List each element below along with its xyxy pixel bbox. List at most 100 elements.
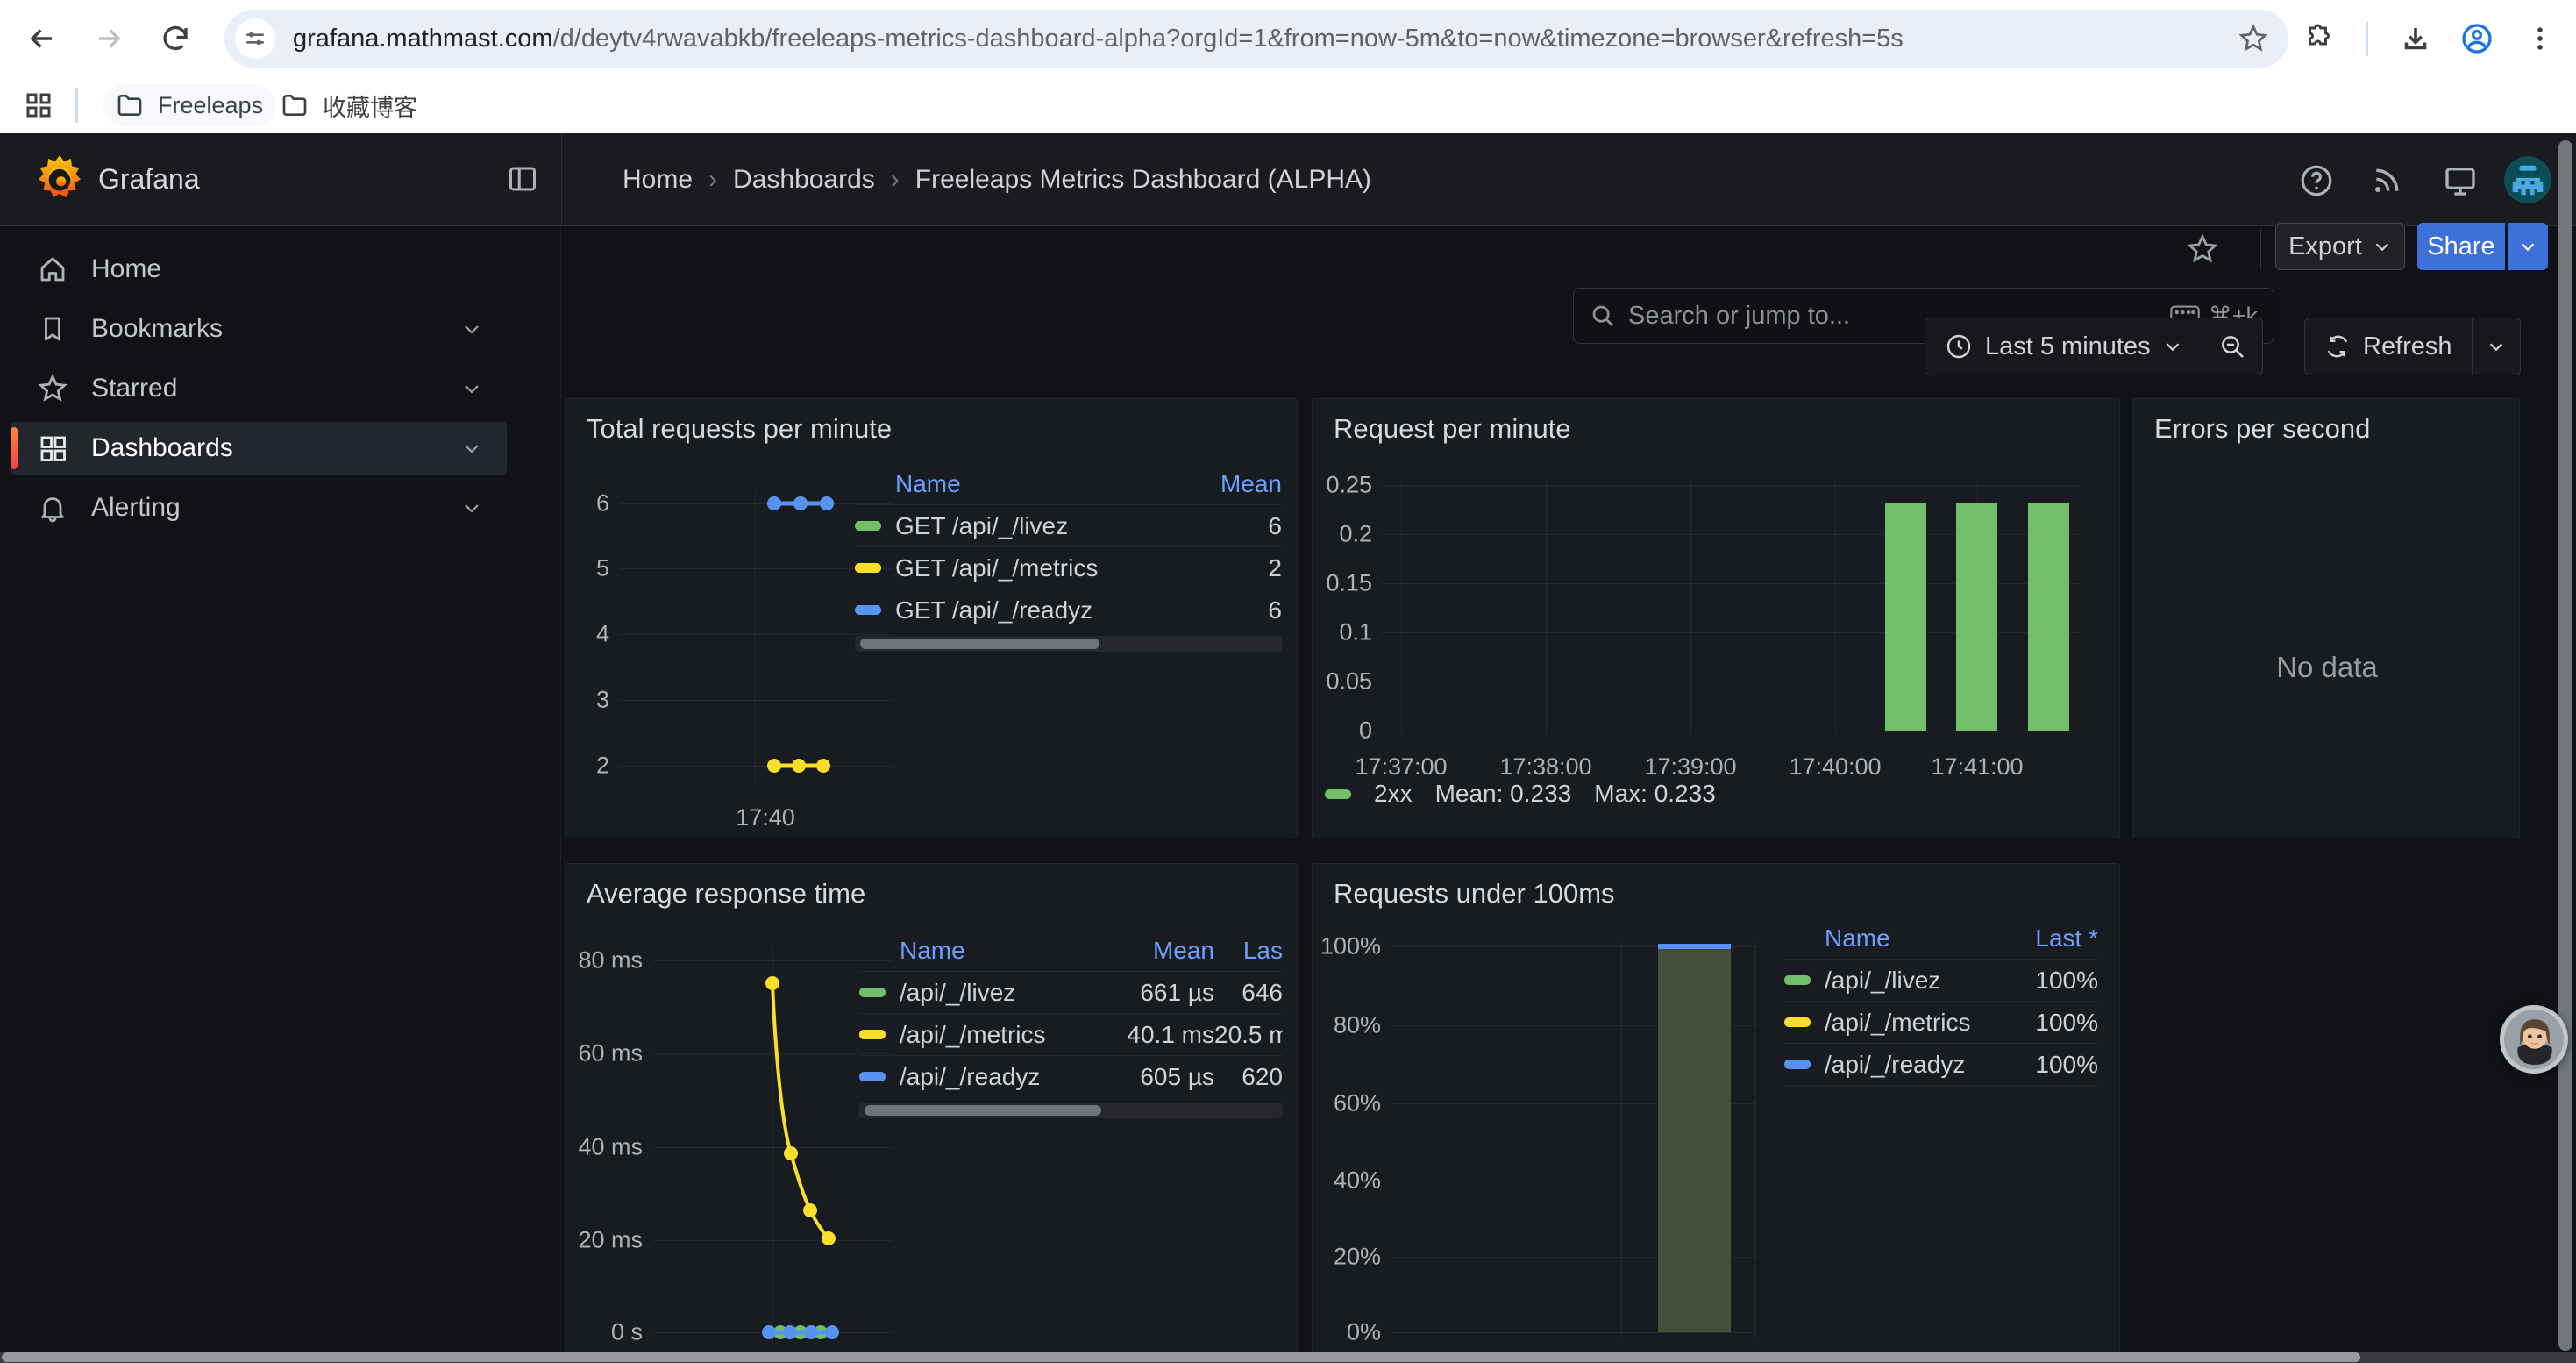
- back-icon[interactable]: [18, 14, 67, 63]
- breadcrumb-current: Freeleaps Metrics Dashboard (ALPHA): [915, 165, 1371, 195]
- series-name[interactable]: /api/_/readyz: [900, 1063, 1116, 1091]
- data-point: [804, 1325, 818, 1339]
- share-button[interactable]: Share: [2417, 223, 2505, 270]
- legend-row[interactable]: /api/_/readyz605 µs620: [859, 1055, 1283, 1097]
- sidebar-item-bookmarks[interactable]: Bookmarks: [11, 303, 507, 355]
- series-name[interactable]: /api/_/livez: [900, 979, 1116, 1007]
- legend-row[interactable]: GET /api/_/readyz6: [855, 589, 1282, 631]
- series-value: 100%: [1995, 967, 2098, 995]
- sidebar-item-home[interactable]: Home: [11, 243, 507, 296]
- series-name[interactable]: /api/_/readyz: [1825, 1051, 1995, 1079]
- chevron-down-icon: [2373, 237, 2392, 256]
- legend-series-name[interactable]: 2xx: [1374, 780, 1413, 808]
- series-name[interactable]: /api/_/livez: [1825, 967, 1995, 995]
- brand-name: Grafana: [98, 163, 200, 196]
- chevron-down-icon[interactable]: [461, 318, 482, 339]
- sidebar-item-dashboards[interactable]: Dashboards: [11, 422, 507, 475]
- chevron-down-icon[interactable]: [461, 378, 482, 399]
- bookmark-folder-freeleaps[interactable]: Freeleaps: [103, 84, 275, 126]
- data-point: [816, 759, 830, 773]
- refresh-interval-button[interactable]: [2473, 318, 2520, 375]
- series-color-pill: [859, 988, 886, 997]
- legend-row[interactable]: /api/_/livez100%: [1784, 959, 2098, 1001]
- series-name[interactable]: GET /api/_/readyz: [895, 596, 1185, 624]
- breadcrumb-home[interactable]: Home: [623, 165, 693, 195]
- legend-column-header[interactable]: Name: [900, 937, 1116, 965]
- sidebar-item-alerting[interactable]: Alerting: [11, 482, 507, 534]
- vertical-scrollbar-thumb[interactable]: [2558, 140, 2572, 1351]
- legend-row[interactable]: /api/_/livez661 µs646: [859, 971, 1283, 1013]
- legend-column-header[interactable]: Name: [895, 470, 1185, 498]
- reload-icon[interactable]: [151, 14, 200, 63]
- help-icon[interactable]: [2290, 154, 2343, 207]
- panel-errors-per-second[interactable]: Errors per secondNo data: [2132, 398, 2520, 838]
- series-name[interactable]: GET /api/_/metrics: [895, 554, 1185, 582]
- legend-scrollbar-thumb[interactable]: [860, 639, 1099, 649]
- legend-row-separator: [1784, 1085, 2098, 1086]
- breadcrumb-dashboards[interactable]: Dashboards: [733, 165, 875, 195]
- site-info-icon[interactable]: [235, 18, 275, 59]
- chevron-down-icon[interactable]: [461, 438, 482, 459]
- horizontal-scrollbar-thumb[interactable]: [2, 1352, 2360, 1362]
- assistant-avatar-widget[interactable]: [2500, 1005, 2568, 1074]
- gridline: [755, 490, 756, 785]
- y-axis-tick: 0.2: [1320, 521, 1372, 548]
- refresh-button[interactable]: Refresh: [2305, 318, 2472, 375]
- zoom-out-button[interactable]: [2202, 318, 2262, 375]
- download-icon[interactable]: [2391, 14, 2440, 63]
- user-avatar[interactable]: [2504, 156, 2551, 203]
- series-name[interactable]: /api/_/metrics: [900, 1021, 1116, 1049]
- series-name[interactable]: /api/_/metrics: [1825, 1009, 1995, 1037]
- apps-grid-icon[interactable]: [23, 89, 54, 121]
- legend-column-header[interactable]: Name: [1825, 924, 1995, 953]
- legend-scrollbar[interactable]: [859, 1103, 1283, 1118]
- bell-icon: [37, 492, 68, 524]
- share-menu-button[interactable]: [2508, 223, 2548, 270]
- legend-row[interactable]: GET /api/_/livez6: [855, 504, 1282, 546]
- sidebar-toggle-icon[interactable]: [496, 153, 549, 205]
- legend-column-header[interactable]: Mean: [1185, 470, 1282, 498]
- legend-row[interactable]: /api/_/metrics40.1 ms20.5 m: [859, 1013, 1283, 1055]
- legend-row[interactable]: /api/_/readyz100%: [1784, 1043, 2098, 1085]
- grafana-logo[interactable]: [35, 154, 84, 203]
- panel-requests-under-100ms[interactable]: Requests under 100ms100%80%60%40%20%0%17…: [1312, 863, 2120, 1363]
- bookmark-star-icon[interactable]: [2238, 23, 2269, 54]
- legend-row[interactable]: GET /api/_/metrics2: [855, 546, 1282, 589]
- series-value: 605 µs: [1116, 1063, 1214, 1091]
- series-value: 6: [1185, 596, 1282, 624]
- url-bar[interactable]: grafana.mathmast.com/d/deytv4rwavabkb/fr…: [224, 10, 2288, 68]
- data-point: [793, 496, 808, 510]
- sidebar: Home Bookmarks Starred Dashboards Alerting: [0, 227, 561, 1363]
- news-rss-icon[interactable]: [2360, 154, 2413, 207]
- search-icon: [1590, 303, 1616, 329]
- sidebar-item-starred[interactable]: Starred: [11, 362, 507, 415]
- panel-title: Requests under 100ms: [1334, 878, 1615, 910]
- favorite-dashboard-star-icon[interactable]: [2183, 230, 2222, 268]
- bookmark-icon: [37, 313, 68, 345]
- chevron-down-icon: [2518, 237, 2537, 256]
- series-value: 100%: [1995, 1009, 2098, 1037]
- panel-average-response-time[interactable]: Average response time80 ms60 ms40 ms20 m…: [565, 863, 1298, 1363]
- panel-request-per-minute[interactable]: Request per minute0.250.20.150.10.05017:…: [1312, 398, 2120, 838]
- profile-icon[interactable]: [2452, 14, 2501, 63]
- legend-scrollbar[interactable]: [855, 636, 1282, 652]
- bookmark-folder-blogs[interactable]: 收藏博客: [268, 84, 430, 126]
- extensions-icon[interactable]: [2295, 14, 2344, 63]
- gridline: [1621, 941, 1622, 1338]
- x-axis-tick: 17:37:00: [1355, 753, 1447, 781]
- chevron-down-icon[interactable]: [461, 497, 482, 518]
- forward-icon[interactable]: [84, 14, 133, 63]
- kiosk-monitor-icon[interactable]: [2434, 154, 2487, 207]
- time-range-picker[interactable]: Last 5 minutes: [1925, 318, 2202, 375]
- legend-row[interactable]: /api/_/metrics100%: [1784, 1001, 2098, 1043]
- legend-column-header[interactable]: Las: [1214, 937, 1283, 965]
- menu-kebab-icon[interactable]: [2516, 14, 2565, 63]
- legend-scrollbar-thumb[interactable]: [865, 1105, 1101, 1116]
- breadcrumb-separator: ›: [875, 165, 915, 195]
- legend-column-header[interactable]: Mean: [1116, 937, 1214, 965]
- panel-total-requests-per-minute[interactable]: Total requests per minute6543217:40NameM…: [565, 398, 1298, 838]
- legend-column-header[interactable]: Last *: [1995, 924, 2098, 953]
- export-button[interactable]: Export: [2275, 223, 2405, 270]
- legend-header: NameLast *: [1784, 918, 2098, 959]
- series-name[interactable]: GET /api/_/livez: [895, 512, 1185, 540]
